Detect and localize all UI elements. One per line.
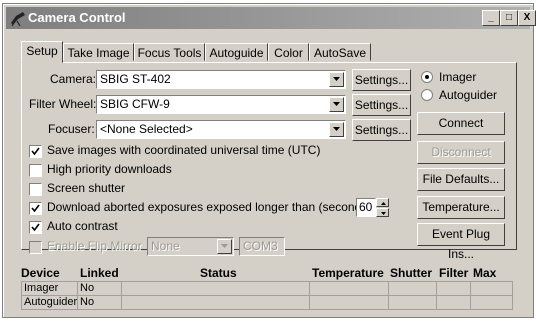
focuser-select[interactable]: <None Selected> [96,120,346,139]
download-aborted-label: Download aborted exposures exposed longe… [47,200,375,214]
abort-seconds-input[interactable]: 60 [356,198,376,217]
tab-autoguide[interactable]: Autoguide [205,43,268,61]
col-header-status: Status [200,266,237,280]
table-cell-filter[interactable] [436,295,471,310]
window-title: Camera Control [28,10,126,25]
tab-autosave[interactable]: AutoSave [309,43,371,61]
tab-focus-tools[interactable]: Focus Tools [134,43,205,61]
event-plugins-button[interactable]: Event Plug Ins... [417,223,505,261]
focuser-settings-button[interactable]: Settings... [352,119,411,141]
focuser-label: Focuser: [48,122,95,136]
table-cell-device[interactable]: Autoguider [21,295,78,310]
chevron-down-icon[interactable] [217,239,232,254]
autoguider-radio[interactable] [421,89,433,101]
high-priority-label: High priority downloads [47,162,172,176]
col-header-device: Device [21,266,60,280]
close-button[interactable]: X [518,10,536,26]
autoguider-radio-label: Autoguider [439,88,498,102]
flip-mirror-checkbox[interactable] [29,241,42,254]
col-header-max: Max [473,266,497,280]
file-defaults-button[interactable]: File Defaults... [417,168,505,191]
utc-label: Save images with coordinated universal t… [47,143,321,157]
high-priority-checkbox[interactable] [29,164,42,177]
auto-contrast-checkbox[interactable] [29,221,42,234]
tab-color[interactable]: Color [268,43,309,61]
connect-button[interactable]: Connect [417,112,505,135]
auto-contrast-label: Auto contrast [47,219,118,233]
filter-wheel-label: Filter Wheel: [29,97,97,111]
flip-mirror-select[interactable]: None [147,237,234,256]
camera-label: Camera: [50,72,97,86]
tab-take-image[interactable]: Take Image [63,43,134,61]
spin-down-icon[interactable] [376,208,389,217]
telescope-icon [9,9,27,27]
camera-value: SBIG ST-402 [100,72,171,86]
screen-shutter-checkbox[interactable] [29,183,42,196]
table-cell-shutter[interactable] [388,281,437,296]
imager-radio[interactable] [421,71,433,83]
table-cell-temperature[interactable] [309,295,389,310]
table-cell-shutter[interactable] [388,295,437,310]
download-aborted-checkbox[interactable] [29,202,42,215]
col-header-filter: Filter [439,266,469,280]
table-cell-linked[interactable]: No [77,281,122,296]
table-cell-status[interactable] [121,295,310,310]
spin-up-icon[interactable] [376,198,389,207]
camera-settings-button[interactable]: Settings... [352,69,411,91]
utc-checkbox[interactable] [29,145,42,158]
maximize-button[interactable]: □ [500,10,518,26]
device-table: Device Linked Status Temperature Shutter… [21,266,514,312]
tab-setup[interactable]: Setup [21,41,63,63]
chevron-down-icon[interactable] [329,72,344,87]
camera-control-window: Camera Control _ □ X Setup Take Image Fo… [2,3,536,318]
setup-panel: Camera: SBIG ST-402 Settings... Filter W… [21,62,517,261]
col-header-temperature: Temperature [312,266,384,280]
table-cell-device[interactable]: Imager [21,281,78,296]
disconnect-button[interactable]: Disconnect [417,141,505,164]
focuser-value: <None Selected> [100,122,193,136]
table-cell-max[interactable] [470,295,513,310]
filter-wheel-select[interactable]: SBIG CFW-9 [96,95,346,114]
chevron-down-icon[interactable] [329,97,344,112]
flip-mirror-label: Enable Flip Mirror [47,239,142,253]
flip-mirror-port[interactable]: COM3 [239,237,285,256]
camera-select[interactable]: SBIG ST-402 [96,70,346,89]
chevron-down-icon[interactable] [329,122,344,137]
filter-wheel-value: SBIG CFW-9 [100,97,170,111]
table-cell-linked[interactable]: No [77,295,122,310]
flip-mirror-select-value: None [151,239,180,253]
abort-seconds-spinner[interactable] [376,198,389,217]
screen-shutter-label: Screen shutter [47,181,126,195]
col-header-linked: Linked [80,266,119,280]
minimize-button[interactable]: _ [482,10,500,26]
table-cell-status[interactable] [121,281,310,296]
table-cell-filter[interactable] [436,281,471,296]
filter-wheel-settings-button[interactable]: Settings... [352,94,411,116]
table-cell-max[interactable] [470,281,513,296]
imager-radio-label: Imager [439,70,477,84]
table-cell-temperature[interactable] [309,281,389,296]
col-header-shutter: Shutter [390,266,432,280]
temperature-button[interactable]: Temperature... [417,196,505,219]
title-bar[interactable]: Camera Control _ □ X [6,7,536,29]
